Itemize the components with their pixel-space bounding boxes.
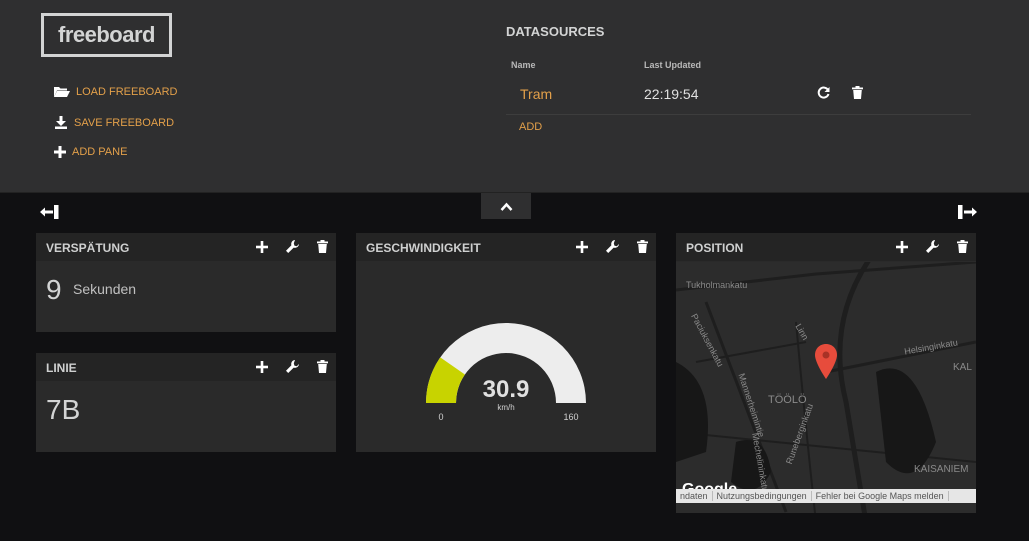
add-widget-icon[interactable]: [896, 240, 908, 258]
map-label: Tukholmankatu: [686, 280, 748, 290]
folder-open-icon: [54, 87, 70, 97]
save-freeboard-button[interactable]: SAVE FREEBOARD: [54, 116, 174, 129]
load-freeboard-label: LOAD FREEBOARD: [76, 86, 178, 98]
download-icon: [55, 116, 67, 129]
add-widget-icon[interactable]: [576, 240, 588, 258]
pane-verspaetung: VERSPÄTUNG 9 Sekunden: [36, 233, 336, 332]
speed-gauge: 30.9 km/h 0 160: [426, 323, 586, 422]
pane-header: GESCHWINDIGKEIT: [356, 233, 656, 261]
add-widget-icon[interactable]: [256, 360, 268, 378]
gauge-min: 0: [438, 412, 443, 422]
pane-position: POSITION: [676, 233, 976, 262]
wrench-icon[interactable]: [926, 240, 939, 258]
collapse-header-button[interactable]: [481, 193, 531, 219]
datasource-divider: [506, 114, 971, 115]
widget-value: 7B: [46, 394, 81, 425]
map-marker-icon[interactable]: [815, 344, 837, 380]
refresh-icon[interactable]: [817, 86, 830, 104]
ds-col-name: Name: [511, 60, 536, 70]
pane-header: LINIE: [36, 353, 336, 381]
plus-icon: [54, 146, 66, 158]
google-map[interactable]: Tukholmankatu Paciuksenkatu Helsinginkat…: [676, 262, 976, 513]
pane-header: VERSPÄTUNG: [36, 233, 336, 261]
wrench-icon[interactable]: [286, 360, 299, 378]
trash-icon[interactable]: [317, 360, 328, 378]
widget-value: 9: [46, 274, 62, 305]
report-error-link[interactable]: Fehler bei Google Maps melden: [812, 491, 949, 501]
pane-geschwindigkeit: GESCHWINDIGKEIT 30.9 km/h 0 160: [356, 233, 656, 452]
add-widget-icon[interactable]: [256, 240, 268, 258]
add-pane-label: ADD PANE: [72, 146, 128, 158]
datasource-name-link[interactable]: Tram: [520, 86, 552, 102]
save-freeboard-label: SAVE FREEBOARD: [74, 116, 175, 129]
map-footer: ndaten Nutzungsbedingungen Fehler bei Go…: [676, 489, 976, 503]
admin-bar: freeboard LOAD FREEBOARD SAVE FREEBOARD …: [0, 0, 1029, 193]
pane-title: POSITION: [686, 241, 744, 255]
terms-link[interactable]: Nutzungsbedingungen: [713, 491, 812, 501]
wrench-icon[interactable]: [606, 240, 619, 258]
trash-icon[interactable]: [637, 240, 648, 258]
load-freeboard-button[interactable]: LOAD FREEBOARD: [54, 86, 177, 98]
map-roads: [676, 262, 976, 513]
map-data-link[interactable]: ndaten: [676, 491, 713, 501]
wrench-icon[interactable]: [286, 240, 299, 258]
trash-icon[interactable]: [957, 240, 968, 258]
datasource-updated: 22:19:54: [644, 86, 699, 102]
gauge-value: 30.9: [483, 376, 530, 403]
pane-header: POSITION: [676, 233, 976, 261]
pane-title: LINIE: [46, 361, 77, 375]
chevron-up-icon: [500, 202, 512, 211]
datasources-title: DATASOURCES: [506, 24, 605, 39]
gauge-max: 160: [563, 412, 578, 422]
add-pane-button[interactable]: ADD PANE: [54, 146, 127, 158]
trash-icon[interactable]: [317, 240, 328, 258]
add-column-icon[interactable]: [958, 205, 977, 224]
map-label: KAL: [953, 362, 972, 373]
pane-title: GESCHWINDIGKEIT: [366, 241, 481, 255]
gauge-units: km/h: [497, 403, 514, 412]
remove-column-icon[interactable]: [40, 205, 59, 224]
logo: freeboard: [41, 13, 172, 57]
trash-icon[interactable]: [852, 86, 863, 104]
ds-col-updated: Last Updated: [644, 60, 702, 70]
widget-units: Sekunden: [73, 281, 137, 297]
pane-title: VERSPÄTUNG: [46, 241, 130, 255]
map-label: KAISANIEM: [914, 464, 969, 475]
add-datasource-button[interactable]: ADD: [519, 121, 542, 133]
map-label: TÖÖLÖ: [768, 394, 807, 406]
pane-linie: LINIE 7B: [36, 353, 336, 452]
